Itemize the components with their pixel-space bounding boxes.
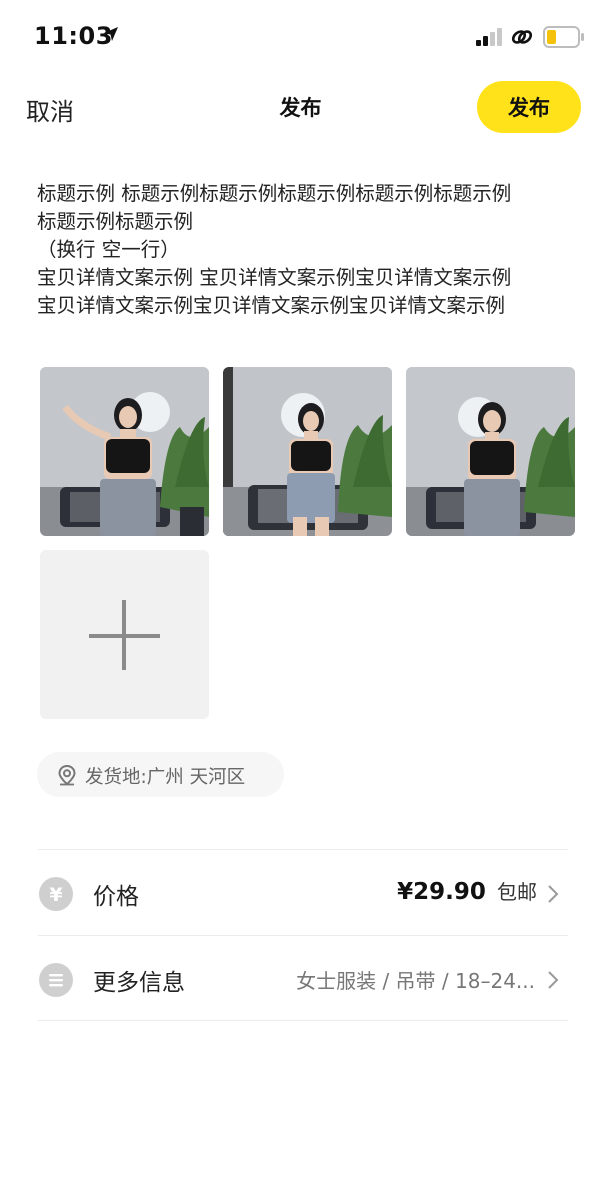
nav-bar: 取消 发布 发布	[0, 78, 601, 138]
more-info-value: 女士服装 / 吊带 / 18–24...	[296, 969, 535, 993]
photo-thumbnail-3[interactable]	[406, 367, 575, 536]
photo-image-1	[40, 367, 209, 536]
more-info-label: 更多信息	[93, 970, 185, 996]
divider	[38, 935, 568, 936]
price-row[interactable]: ¥ 价格 ¥29.90 包邮	[0, 851, 601, 935]
description-editor[interactable]: 标题示例 标题示例标题示例标题示例标题示例标题示例 标题示例标题示例 （换行 空…	[37, 180, 567, 320]
photo-image-3	[406, 367, 575, 536]
divider	[38, 849, 568, 850]
battery-icon	[543, 26, 584, 48]
svg-text:¥: ¥	[49, 884, 62, 906]
status-bar: 11:03	[0, 0, 601, 72]
free-shipping-label: 包邮	[497, 880, 537, 904]
photo-thumbnail-1[interactable]	[40, 367, 209, 536]
description-line: 宝贝详情文案示例宝贝详情文案示例宝贝详情文案示例	[37, 294, 506, 317]
location-arrow-icon	[104, 27, 118, 41]
list-icon	[39, 963, 73, 997]
price-value: ¥29.90	[397, 879, 486, 905]
photo-image-2	[223, 367, 392, 536]
plus-icon	[89, 600, 160, 670]
description-line: （换行 空一行）	[37, 238, 180, 261]
shipping-location-pill[interactable]: 发货地:广州 天河区	[37, 752, 284, 797]
publish-button[interactable]: 发布	[477, 81, 581, 133]
chevron-right-icon	[548, 885, 559, 903]
signal-icon	[476, 28, 502, 46]
shipping-location-text: 发货地:广州 天河区	[85, 767, 246, 788]
description-line: 标题示例标题示例	[37, 210, 194, 233]
description-line: 标题示例 标题示例标题示例标题示例标题示例标题示例	[37, 182, 512, 205]
photo-thumbnail-2[interactable]	[223, 367, 392, 536]
description-line: 宝贝详情文案示例 宝贝详情文案示例宝贝详情文案示例	[37, 266, 512, 289]
yen-icon: ¥	[39, 877, 73, 911]
chevron-right-icon	[548, 971, 559, 989]
price-value-group: ¥29.90 包邮	[397, 876, 537, 905]
more-info-row[interactable]: 更多信息 女士服装 / 吊带 / 18–24...	[0, 937, 601, 1021]
location-pin-icon	[58, 764, 76, 786]
price-label: 价格	[93, 884, 139, 910]
divider	[38, 1020, 568, 1021]
add-photo-button[interactable]	[40, 550, 209, 719]
hotspot-link-icon	[511, 30, 533, 44]
status-time: 11:03	[34, 22, 113, 50]
